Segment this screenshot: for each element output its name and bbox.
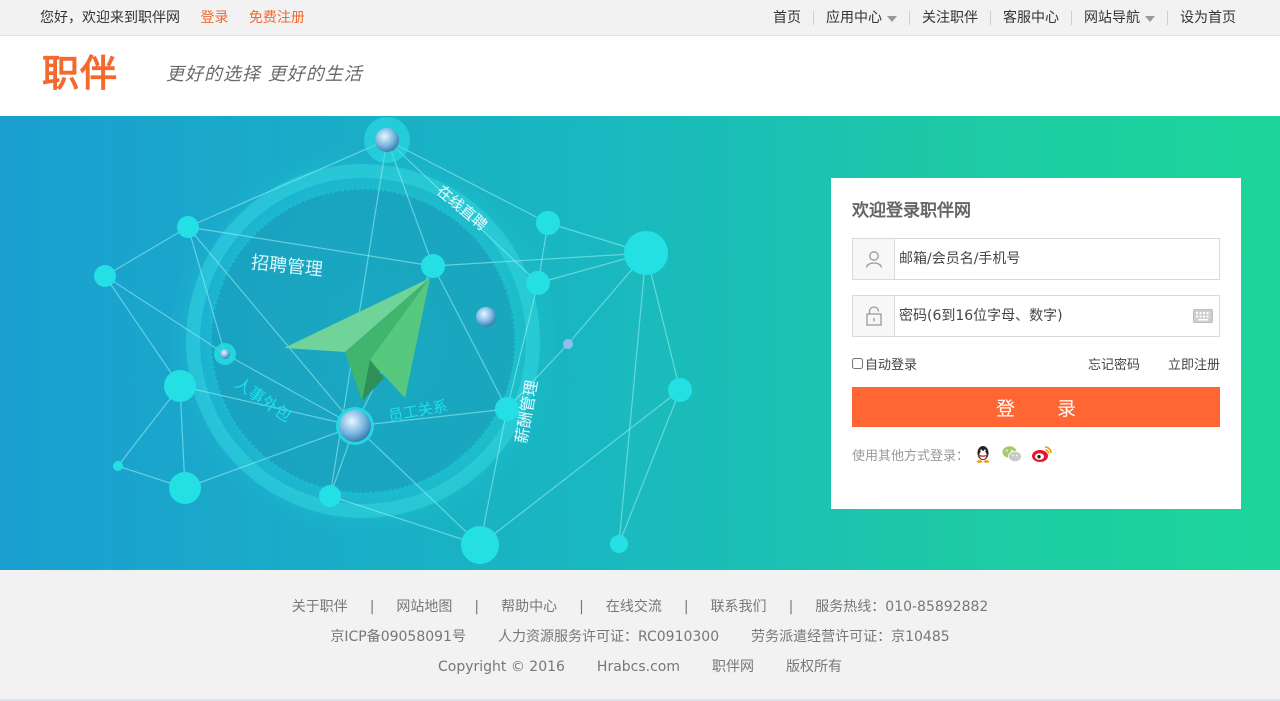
icp-license: 京ICP备09058091号 — [330, 629, 466, 645]
nav-home[interactable]: 首页 — [773, 0, 801, 36]
lock-icon — [853, 296, 895, 336]
nav-separator — [1071, 11, 1072, 25]
copyright-text: Copyright © 2016 — [437, 659, 565, 675]
hr-service-license: 人力资源服务许可证：RC0910300 — [497, 629, 720, 645]
nav-separator — [909, 11, 910, 25]
username-input[interactable] — [899, 239, 1189, 279]
nav-follow-label: 关注职伴 — [922, 10, 978, 26]
sphere — [375, 128, 399, 152]
footer-licenses: 京ICP备09058091号 人力资源服务许可证：RC0910300 劳务派遣经营许… — [0, 626, 1280, 646]
wechat-icon[interactable] — [1001, 444, 1023, 464]
keyboard-icon[interactable] — [1193, 309, 1213, 327]
forgot-password-link[interactable]: 忘记密码 — [1088, 354, 1140, 373]
copyright-site: 职伴网 — [712, 659, 755, 675]
sphere — [220, 349, 230, 359]
footer-separator: | — [788, 599, 794, 615]
login-title: 欢迎登录职伴网 — [852, 201, 971, 221]
password-field[interactable] — [852, 295, 1220, 337]
footer-link-chat[interactable]: 在线交流 — [606, 596, 662, 616]
nav-service[interactable]: 客服中心 — [1003, 0, 1059, 36]
copyright-rights: 版权所有 — [786, 659, 843, 675]
sphere — [339, 410, 371, 442]
chevron-down-icon — [1145, 16, 1155, 22]
other-login-label: 使用其他方式登录： — [852, 448, 970, 464]
password-input[interactable] — [899, 296, 1189, 336]
sphere — [476, 307, 496, 327]
user-icon — [853, 239, 895, 279]
register-now-link[interactable]: 立即注册 — [1168, 354, 1220, 373]
nav-follow[interactable]: 关注职伴 — [922, 0, 978, 36]
social-login-icons — [973, 444, 1061, 464]
weibo-icon[interactable] — [1031, 444, 1053, 464]
footer-link-contact[interactable]: 联系我们 — [711, 596, 767, 616]
site-logo[interactable]: 职伴 — [42, 54, 118, 94]
top-nav: 首页 应用中心 关注职伴 客服中心 网站导航 设为首页 — [773, 0, 1236, 36]
nav-app-center-label: 应用中心 — [826, 10, 882, 26]
footer-separator: | — [579, 599, 584, 615]
footer-copyright: Copyright © 2016 Hrabcs.com 职伴网 版权所有 — [0, 656, 1280, 676]
login-options: 自动登录 忘记密码 立即注册 — [852, 354, 1220, 373]
footer-link-sitemap[interactable]: 网站地图 — [396, 596, 452, 616]
copyright-domain: Hrabcs.com — [596, 659, 681, 675]
nav-set-homepage[interactable]: 设为首页 — [1180, 0, 1236, 36]
nav-separator — [1167, 11, 1168, 25]
nav-separator — [990, 11, 991, 25]
footer-separator: | — [474, 599, 480, 615]
footer-links: 关于职伴 | 网站地图 | 帮助中心 | 在线交流 | 联系我们 | 服务热线：010-858928… — [0, 596, 1280, 616]
nav-home-label: 首页 — [773, 10, 801, 26]
site-slogan: 更好的选择 更好的生活 — [166, 64, 363, 85]
top-bar: 您好，欢迎来到职伴网 登录 免费注册 首页 应用中心 关注职伴 客服中心 网站导… — [0, 0, 1280, 36]
footer: 关于职伴 | 网站地图 | 帮助中心 | 在线交流 | 联系我们 | 服务热线：010-858928… — [0, 570, 1280, 701]
footer-hotline: 服务热线：010-85892882 — [815, 599, 989, 615]
top-bar-left: 您好，欢迎来到职伴网 登录 免费注册 — [40, 0, 321, 36]
qq-icon[interactable] — [973, 444, 993, 464]
username-field[interactable] — [852, 238, 1220, 280]
nav-separator — [813, 11, 814, 25]
labor-dispatch-license: 劳务派遣经营许可证：京10485 — [751, 629, 950, 645]
auto-login-label: 自动登录 — [865, 358, 918, 373]
footer-separator: | — [683, 599, 689, 615]
nav-app-center[interactable]: 应用中心 — [826, 0, 897, 36]
auto-login-checkbox[interactable] — [852, 358, 863, 369]
login-button[interactable]: 登 录 — [852, 387, 1220, 427]
nav-service-label: 客服中心 — [1003, 10, 1059, 26]
footer-separator: | — [369, 599, 375, 615]
top-register-link[interactable]: 免费注册 — [249, 10, 305, 26]
nav-site-map[interactable]: 网站导航 — [1084, 0, 1155, 36]
chevron-down-icon — [887, 16, 897, 22]
welcome-text: 您好，欢迎来到职伴网 — [40, 10, 180, 26]
other-login: 使用其他方式登录： — [852, 444, 1061, 464]
nav-site-map-label: 网站导航 — [1084, 10, 1140, 26]
footer-link-about[interactable]: 关于职伴 — [292, 596, 348, 616]
top-login-link[interactable]: 登录 — [200, 10, 228, 26]
auto-login[interactable]: 自动登录 — [852, 354, 917, 373]
footer-link-help[interactable]: 帮助中心 — [501, 596, 557, 616]
nav-set-homepage-label: 设为首页 — [1180, 10, 1236, 26]
login-panel: 欢迎登录职伴网 自动登录 忘记密码 立即注册 登 录 使用其他方式登录： — [831, 178, 1241, 509]
